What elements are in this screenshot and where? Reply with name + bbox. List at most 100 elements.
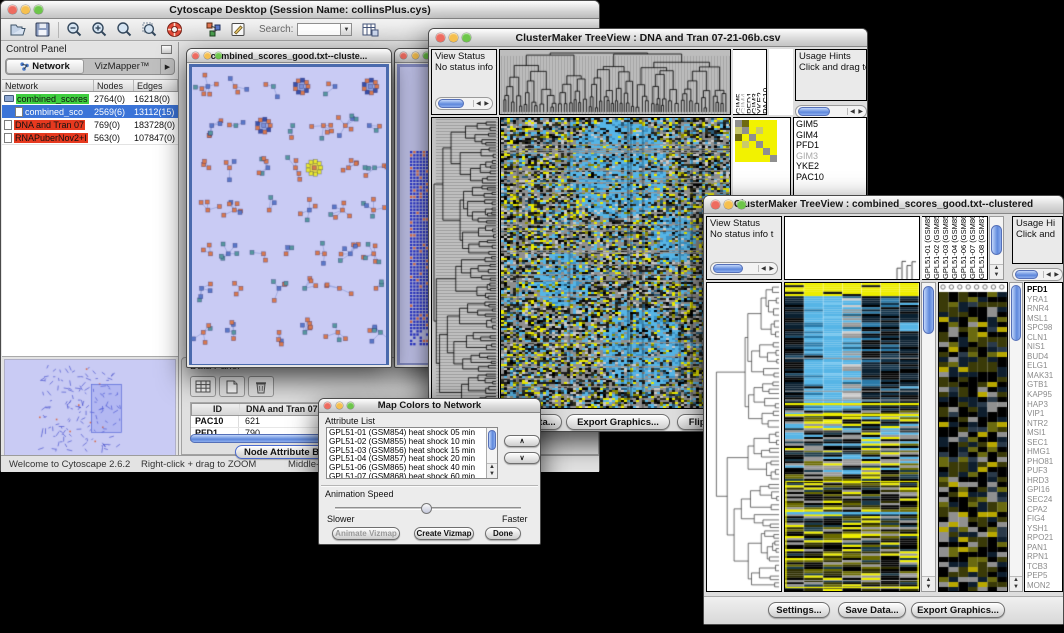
matrix-cell[interactable]: [742, 148, 749, 155]
tv2-gene-label[interactable]: RNR4: [1025, 304, 1062, 314]
tab-network[interactable]: Network: [6, 59, 84, 74]
tv2-gene-label[interactable]: YSH1: [1025, 524, 1062, 534]
matrix-cell[interactable]: [756, 134, 763, 141]
tv2-gene-label[interactable]: GTB1: [1025, 380, 1062, 390]
tv2-genelist-scrollbar[interactable]: ▲▼: [1009, 282, 1023, 592]
tv2-gene-label[interactable]: MON2: [1025, 581, 1062, 591]
open-file-button[interactable]: [5, 19, 30, 40]
search-input[interactable]: [297, 23, 341, 36]
matrix-cell[interactable]: [763, 155, 770, 162]
network-manager-icon[interactable]: [201, 19, 226, 40]
tv1-button-1[interactable]: Export Graphics...: [566, 414, 670, 430]
network1-titlebar[interactable]: combined_scores_good.txt--cluste...: [187, 49, 391, 63]
attribute-browser-icon[interactable]: [358, 19, 383, 40]
matrix-cell[interactable]: [763, 141, 770, 148]
matrix-cell[interactable]: [735, 127, 742, 134]
tv2-gene-label[interactable]: CLN1: [1025, 333, 1062, 343]
tv2-hints-scrollbar[interactable]: ◀ ▶: [1012, 268, 1063, 281]
help-lifesaver-icon[interactable]: [162, 19, 187, 40]
network-row[interactable]: combined_scores2764(0)16218(0): [2, 92, 178, 105]
attribute-item[interactable]: GPL51-07 (GSM868) heat shock 60 min: [327, 473, 497, 479]
tv2-gene-label[interactable]: TCB3: [1025, 562, 1062, 572]
tv2-gene-label[interactable]: GPI16: [1025, 485, 1062, 495]
matrix-cell[interactable]: [749, 155, 756, 162]
matrix-cell[interactable]: [770, 134, 777, 141]
tv2-gene-label[interactable]: PHO81: [1025, 457, 1062, 467]
tv2-gene-label[interactable]: VIP1: [1025, 409, 1062, 419]
matrix-cell[interactable]: [735, 155, 742, 162]
tv2-button-0[interactable]: Settings...: [768, 602, 830, 618]
move-attribute-down-button[interactable]: ∨: [504, 452, 540, 464]
tv2-gene-label[interactable]: SEC1: [1025, 438, 1062, 448]
tv2-gene-label[interactable]: ELG1: [1025, 361, 1062, 371]
tv2-gene-label[interactable]: CPA2: [1025, 505, 1062, 515]
network1-canvas[interactable]: [192, 67, 386, 364]
create-vizmap-button[interactable]: Create Vizmap: [414, 527, 474, 540]
tv2-heatmap-scrollbar[interactable]: ▲▼: [921, 282, 936, 592]
tv2-zoom-heatmap-pane[interactable]: [938, 282, 1008, 592]
tv2-gene-label[interactable]: MSL1: [1025, 314, 1062, 324]
matrix-cell[interactable]: [742, 155, 749, 162]
tv2-gene-label[interactable]: BUD4: [1025, 352, 1062, 362]
matrix-cell[interactable]: [749, 148, 756, 155]
tv1-column-labels-pane[interactable]: GIM5GIM4PFD1GIM3YKE2PAC10: [733, 49, 767, 115]
matrix-cell[interactable]: [749, 141, 756, 148]
tv1-row-label[interactable]: PAC10: [794, 172, 866, 183]
dialog-titlebar[interactable]: Map Colors to Network: [319, 399, 540, 413]
tv2-labels-scrollbar[interactable]: ▲▼: [989, 216, 1004, 280]
search-dropdown-arrow[interactable]: ▼: [341, 23, 352, 36]
matrix-cell[interactable]: [735, 120, 742, 127]
tv2-gene-list-pane[interactable]: PFD1YRA1RNR4MSL1SPC98CLN1NIS1BUD4ELG1MAK…: [1024, 282, 1063, 592]
tv2-heatmap-pane[interactable]: [784, 282, 920, 592]
tv2-gene-label[interactable]: HMG1: [1025, 447, 1062, 457]
move-attribute-up-button[interactable]: ∧: [504, 435, 540, 447]
matrix-cell[interactable]: [735, 148, 742, 155]
tv2-gene-label[interactable]: YRA1: [1025, 295, 1062, 305]
matrix-cell[interactable]: [763, 134, 770, 141]
matrix-cell[interactable]: [742, 141, 749, 148]
tv1-row-label[interactable]: PFD1: [794, 140, 866, 151]
matrix-cell[interactable]: [742, 127, 749, 134]
zoom-fit-button[interactable]: [112, 19, 137, 40]
treeview2-titlebar[interactable]: ClusterMaker TreeView : combined_scores_…: [704, 196, 1063, 214]
tv2-button-2[interactable]: Export Graphics...: [911, 602, 1005, 618]
network-row[interactable]: RNAPuberNov2+I563(0)107847(0): [2, 131, 178, 144]
attribute-listbox[interactable]: GPL51-01 (GSM854) heat shock 05 minGPL51…: [326, 427, 498, 479]
tv2-gene-label[interactable]: PAN1: [1025, 543, 1062, 553]
matrix-cell[interactable]: [770, 120, 777, 127]
tv2-gene-label[interactable]: NIS1: [1025, 342, 1062, 352]
tv2-gene-label[interactable]: RPN1: [1025, 552, 1062, 562]
tv2-gene-label[interactable]: KAP95: [1025, 390, 1062, 400]
matrix-cell[interactable]: [756, 141, 763, 148]
tv2-gene-label[interactable]: RPO21: [1025, 533, 1062, 543]
tv2-gene-label[interactable]: NTR2: [1025, 419, 1062, 429]
matrix-cell[interactable]: [749, 134, 756, 141]
network-row[interactable]: combined_sco2569(6)13112(15): [2, 105, 178, 118]
main-titlebar[interactable]: Cytoscape Desktop (Session Name: collins…: [1, 1, 599, 19]
tv1-row-dendrogram-pane[interactable]: [431, 117, 499, 409]
overview-canvas[interactable]: [5, 360, 175, 458]
matrix-cell[interactable]: [756, 148, 763, 155]
window-controls[interactable]: [8, 5, 43, 14]
matrix-cell[interactable]: [756, 120, 763, 127]
matrix-cell[interactable]: [742, 120, 749, 127]
tv2-gene-label[interactable]: PFD1: [1025, 285, 1062, 295]
table-mode-button[interactable]: [190, 376, 216, 397]
matrix-cell[interactable]: [749, 127, 756, 134]
matrix-cell[interactable]: [770, 127, 777, 134]
matrix-cell[interactable]: [770, 148, 777, 155]
matrix-cell[interactable]: [756, 155, 763, 162]
treeview1-titlebar[interactable]: ClusterMaker TreeView : DNA and Tran 07-…: [429, 29, 867, 47]
attribute-list-scrollbar[interactable]: ▲▼: [486, 428, 497, 478]
animate-vizmap-button[interactable]: Animate Vizmap: [332, 527, 400, 540]
matrix-cell[interactable]: [763, 148, 770, 155]
network-row[interactable]: DNA and Tran 07769(0)183728(0): [2, 118, 178, 131]
network-overview-panel[interactable]: [4, 359, 176, 459]
tv2-column-dendrogram-pane[interactable]: [784, 216, 920, 280]
tv2-gene-label[interactable]: MSI1: [1025, 428, 1062, 438]
network-table-header[interactable]: Network Nodes Edges: [2, 79, 178, 92]
matrix-cell[interactable]: [742, 134, 749, 141]
matrix-cell[interactable]: [770, 141, 777, 148]
matrix-cell[interactable]: [735, 134, 742, 141]
annotation-tool-icon[interactable]: [226, 19, 251, 40]
